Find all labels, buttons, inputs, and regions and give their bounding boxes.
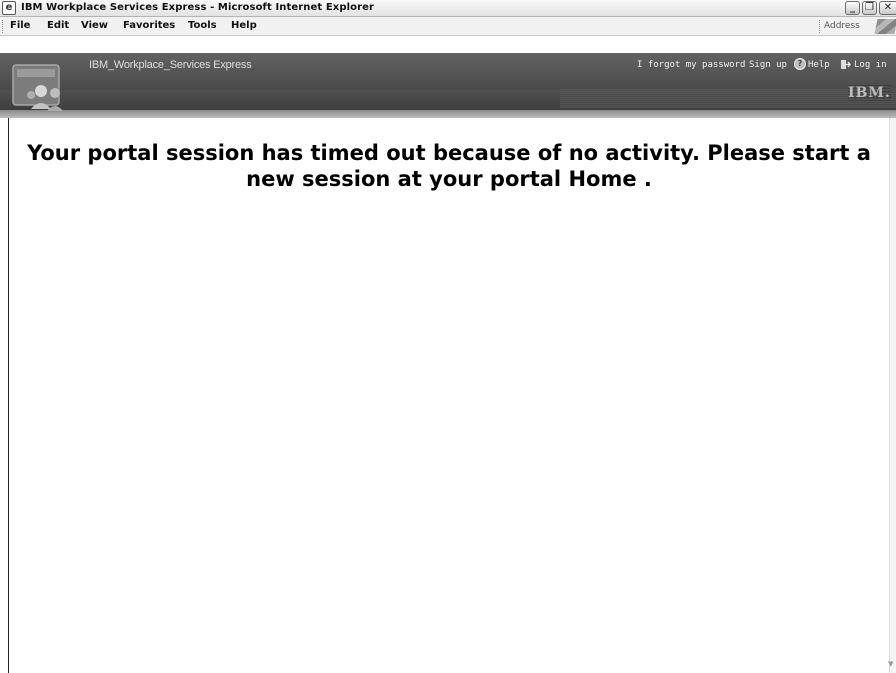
- window-title: IBM Workplace Services Express - Microso…: [21, 2, 375, 13]
- menu-view[interactable]: View: [81, 20, 108, 31]
- ie-app-icon[interactable]: e: [2, 1, 16, 15]
- login-icon[interactable]: [840, 59, 851, 70]
- close-button[interactable]: ✕: [879, 1, 896, 15]
- address-bar-grip[interactable]: [819, 20, 820, 33]
- menu-tools[interactable]: Tools: [188, 20, 217, 31]
- title-bar: e IBM Workplace Services Express - Micro…: [0, 0, 896, 17]
- banner-stripes: [560, 88, 896, 108]
- log-in-link[interactable]: Log in: [854, 60, 887, 70]
- browser-window: e IBM Workplace Services Express - Micro…: [0, 0, 896, 673]
- portal-app-name: IBM_Workplace_Services Express: [89, 59, 252, 71]
- menu-help[interactable]: Help: [231, 20, 257, 31]
- forgot-password-link[interactable]: I forgot my password: [637, 60, 745, 70]
- ibm-logo: IBM.: [848, 85, 891, 101]
- address-label[interactable]: Address: [824, 21, 860, 31]
- people-logo-icon: [12, 64, 63, 111]
- help-link[interactable]: Help: [808, 60, 830, 70]
- windows-logo-icon: [874, 19, 896, 34]
- vertical-scrollbar[interactable]: [889, 118, 896, 673]
- restore-button[interactable]: ❐: [862, 1, 877, 15]
- menu-edit[interactable]: Edit: [47, 20, 69, 31]
- minimize-button[interactable]: _: [845, 1, 860, 15]
- help-icon[interactable]: ?: [794, 58, 806, 70]
- content-left-border: [8, 118, 9, 673]
- session-timeout-message: Your portal session has timed out becaus…: [27, 141, 871, 191]
- menu-favorites[interactable]: Favorites: [123, 20, 175, 31]
- menu-file[interactable]: File: [10, 20, 30, 31]
- banner-bottom-edge: [0, 110, 896, 118]
- menu-bar: File Edit View Favorites Tools Help Addr…: [0, 17, 896, 36]
- toolbar-grip[interactable]: [2, 20, 4, 33]
- scroll-down-icon[interactable]: ▼: [888, 660, 896, 670]
- sign-up-link[interactable]: Sign up: [749, 60, 787, 70]
